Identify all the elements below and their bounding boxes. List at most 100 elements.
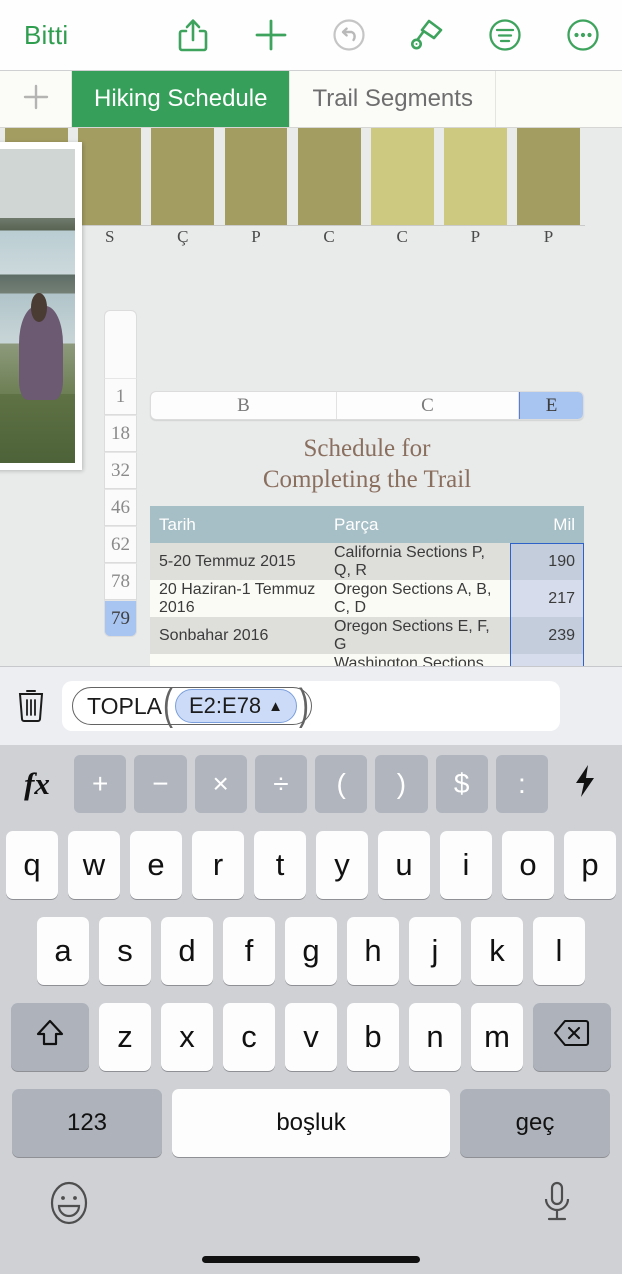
key-a[interactable]: a xyxy=(37,917,89,985)
key-f[interactable]: f xyxy=(223,917,275,985)
trail-photo-thumbnail[interactable] xyxy=(0,142,82,470)
key-k[interactable]: k xyxy=(471,917,523,985)
shift-key[interactable] xyxy=(11,1003,89,1071)
space-key[interactable]: boşluk xyxy=(172,1089,450,1157)
cell-date[interactable]: 5-20 Temmuz 2015 xyxy=(150,543,325,580)
table-row[interactable]: Sonbahar 2016 Oregon Sections E, F, G 23… xyxy=(150,617,584,654)
key-z[interactable]: z xyxy=(99,1003,151,1071)
row-header-18[interactable]: 18 xyxy=(104,415,137,452)
key-l[interactable]: l xyxy=(533,917,585,985)
key-w[interactable]: w xyxy=(68,831,120,899)
add-sheet-button[interactable] xyxy=(0,71,72,127)
share-button[interactable] xyxy=(154,0,232,71)
add-button[interactable] xyxy=(232,0,310,71)
key-t[interactable]: t xyxy=(254,831,306,899)
operator-key-dollar[interactable]: $ xyxy=(435,754,488,813)
chart-bar xyxy=(370,128,434,225)
formula-range-disclosure-icon[interactable]: ▲ xyxy=(268,698,283,715)
key-q[interactable]: q xyxy=(6,831,58,899)
row-header-78[interactable]: 78 xyxy=(104,563,137,600)
operator-key-colon[interactable]: : xyxy=(495,754,548,813)
quick-formula-button[interactable] xyxy=(556,755,614,813)
row-header-79[interactable]: 79 xyxy=(104,600,137,637)
key-x[interactable]: x xyxy=(161,1003,213,1071)
cell-miles[interactable]: 190 xyxy=(510,543,584,580)
format-paintbrush-button[interactable] xyxy=(388,0,466,71)
numbers-key[interactable]: 123 xyxy=(12,1089,162,1157)
column-header-parca[interactable]: Parça xyxy=(325,506,510,543)
operator-key-divide[interactable]: ÷ xyxy=(254,754,307,813)
more-options-button[interactable] xyxy=(544,0,622,71)
go-key[interactable]: geç xyxy=(460,1089,610,1157)
key-m[interactable]: m xyxy=(471,1003,523,1071)
functions-button[interactable]: fx xyxy=(8,755,66,813)
key-j[interactable]: j xyxy=(409,917,461,985)
key-g[interactable]: g xyxy=(285,917,337,985)
dictation-key[interactable] xyxy=(540,1180,574,1231)
spreadsheet-canvas[interactable]: P S Ç P C C P P B C E xyxy=(0,128,622,666)
sheet-tab-trail-segments[interactable]: Trail Segments xyxy=(290,71,496,127)
formula-bar: TOPLA ( E2:E78 ▲ ) xyxy=(0,666,622,745)
cell-miles[interactable]: 239 xyxy=(510,617,584,654)
table-title[interactable]: Schedule for Completing the Trail xyxy=(150,433,584,495)
key-o[interactable]: o xyxy=(502,831,554,899)
formula-range-text: E2:E78 xyxy=(189,693,262,718)
delete-formula-button[interactable] xyxy=(0,686,62,727)
format-button[interactable] xyxy=(466,0,544,71)
key-v[interactable]: v xyxy=(285,1003,337,1071)
home-indicator[interactable] xyxy=(202,1256,420,1263)
chart-x-tick: P xyxy=(543,227,554,246)
key-d[interactable]: d xyxy=(161,917,213,985)
key-u[interactable]: u xyxy=(378,831,430,899)
cell-part[interactable]: Oregon Sections E, F, G xyxy=(325,617,510,654)
column-header-e[interactable]: E xyxy=(519,392,583,419)
backspace-key[interactable] xyxy=(533,1003,611,1071)
operator-key-plus[interactable]: + xyxy=(74,754,127,813)
column-header-tarih[interactable]: Tarih xyxy=(150,506,325,543)
column-header-mil[interactable]: Mil xyxy=(510,506,584,543)
row-header-spacer xyxy=(104,310,137,378)
key-c[interactable]: c xyxy=(223,1003,275,1071)
table-row[interactable]: Yaz 2017 Washington Sections H, I 246 xyxy=(150,654,584,666)
row-header-46[interactable]: 46 xyxy=(104,489,137,526)
undo-button[interactable] xyxy=(310,0,388,71)
row-header-32[interactable]: 32 xyxy=(104,452,137,489)
column-header-c[interactable]: C xyxy=(337,392,519,419)
cell-part[interactable]: California Sections P, Q, R xyxy=(325,543,510,580)
cell-date[interactable]: Yaz 2017 xyxy=(150,654,325,666)
schedule-table[interactable]: Tarih Parça Mil 5-20 Temmuz 2015 Califor… xyxy=(150,506,584,666)
chart-x-tick: C xyxy=(323,227,335,246)
cell-miles[interactable]: 246 xyxy=(510,654,584,666)
row-header-62[interactable]: 62 xyxy=(104,526,137,563)
cell-date[interactable]: 20 Haziran-1 Temmuz 2016 xyxy=(150,580,325,617)
key-i[interactable]: i xyxy=(440,831,492,899)
formula-function-token[interactable]: TOPLA ( E2:E78 ▲ ) xyxy=(72,684,313,727)
formula-range-token[interactable]: E2:E78 ▲ xyxy=(175,689,298,723)
emoji-key[interactable] xyxy=(48,1180,90,1231)
row-header-1[interactable]: 1 xyxy=(104,378,137,415)
column-header-b[interactable]: B xyxy=(151,392,337,419)
key-e[interactable]: e xyxy=(130,831,182,899)
cell-part[interactable]: Washington Sections H, I xyxy=(325,654,510,666)
key-s[interactable]: s xyxy=(99,917,151,985)
done-button[interactable]: Bitti xyxy=(24,20,68,51)
key-n[interactable]: n xyxy=(409,1003,461,1071)
cell-miles[interactable]: 217 xyxy=(510,580,584,617)
formula-input[interactable]: TOPLA ( E2:E78 ▲ ) xyxy=(62,681,560,731)
cell-date[interactable]: Sonbahar 2016 xyxy=(150,617,325,654)
key-y[interactable]: y xyxy=(316,831,368,899)
operator-key-minus[interactable]: − xyxy=(134,754,187,813)
key-r[interactable]: r xyxy=(192,831,244,899)
key-b[interactable]: b xyxy=(347,1003,399,1071)
paintbrush-icon xyxy=(409,17,445,53)
table-row[interactable]: 5-20 Temmuz 2015 California Sections P, … xyxy=(150,543,584,580)
table-row[interactable]: 20 Haziran-1 Temmuz 2016 Oregon Sections… xyxy=(150,580,584,617)
key-h[interactable]: h xyxy=(347,917,399,985)
sheet-tab-hiking-schedule[interactable]: Hiking Schedule xyxy=(72,71,291,127)
cell-part[interactable]: Oregon Sections A, B, C, D xyxy=(325,580,510,617)
operator-key-close-paren[interactable]: ) xyxy=(375,754,428,813)
operator-key-open-paren[interactable]: ( xyxy=(315,754,368,813)
operator-key-multiply[interactable]: × xyxy=(194,754,247,813)
key-p[interactable]: p xyxy=(564,831,616,899)
bar-chart[interactable]: P S Ç P C C P P xyxy=(0,128,585,253)
